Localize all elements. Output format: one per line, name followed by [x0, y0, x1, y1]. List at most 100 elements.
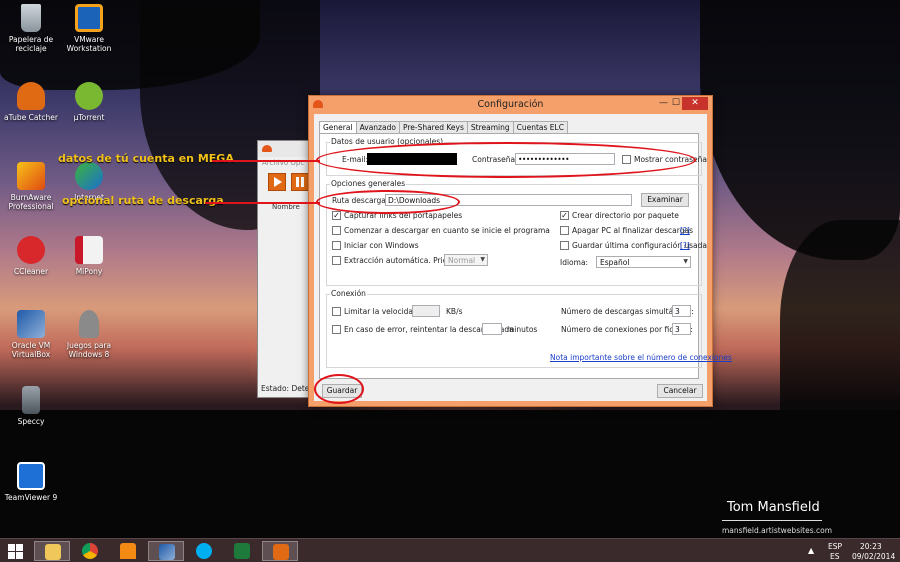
mipony-icon — [75, 236, 103, 264]
limit-speed-unit: KB/s — [446, 307, 463, 316]
shutdown-pc-checkbox[interactable] — [560, 226, 569, 235]
utorrent-icon — [75, 82, 103, 110]
desktop-icon-label: CCleaner — [13, 267, 49, 276]
desktop-icon-label: VMware Workstation — [66, 35, 112, 53]
burnaware-icon — [17, 162, 45, 190]
config-titlebar[interactable]: Configuración — ☐ ✕ — [309, 96, 712, 114]
speccy-icon — [22, 386, 40, 414]
cancel-button[interactable]: Cancelar — [657, 384, 703, 398]
desktop-icon-label: MiPony — [75, 267, 103, 276]
start-with-windows-checkbox[interactable] — [332, 241, 341, 250]
language-select[interactable]: Español ▼ — [596, 256, 691, 268]
taskbar-skype[interactable] — [186, 541, 222, 561]
taskbar-excel[interactable] — [224, 541, 260, 561]
desktop-icon-mipony[interactable]: MiPony — [58, 236, 120, 276]
capture-links-checkbox[interactable]: ✓ — [332, 211, 341, 220]
annotation-arrow-line — [212, 160, 320, 162]
desktop-icon-vmware[interactable]: VMware Workstation — [58, 4, 120, 53]
limit-speed-input[interactable] — [412, 305, 440, 317]
watermark-url: mansfield.artistwebsites.com — [722, 526, 833, 535]
connections-note-link[interactable]: Nota importante sobre el número de conex… — [550, 353, 732, 362]
annotation-arrow-line — [205, 202, 320, 204]
limit-speed-checkbox[interactable] — [332, 307, 341, 316]
create-folder-checkbox[interactable]: ✓ — [560, 211, 569, 220]
desktop-icon-games[interactable]: Juegos para Windows 8 — [58, 310, 120, 359]
desktop-icon-recycle-bin[interactable]: Papelera de reciclaje — [0, 4, 62, 53]
taskbar-chrome[interactable] — [72, 541, 108, 561]
retry-checkbox[interactable] — [332, 325, 341, 334]
language-indicator-top[interactable]: ESP — [828, 542, 842, 551]
taskbar-virtualbox[interactable] — [148, 541, 184, 561]
clock-date[interactable]: 09/02/2014 — [852, 552, 895, 561]
clock-time[interactable]: 20:23 — [860, 542, 882, 551]
retry-minutes-unit: minutos — [507, 325, 538, 334]
desktop-icon-label: µTorrent — [73, 113, 105, 122]
vmware-icon — [75, 4, 103, 32]
taskbar-file-explorer[interactable] — [34, 541, 70, 561]
start-button[interactable] — [0, 541, 36, 561]
minimize-icon[interactable]: — — [659, 98, 668, 108]
ccleaner-icon — [17, 236, 45, 264]
tab-cuentas-elc[interactable]: Cuentas ELC — [512, 121, 568, 133]
close-button[interactable]: ✕ — [682, 97, 708, 110]
language-indicator-bottom[interactable]: ES — [830, 552, 840, 561]
watermark-name: Tom Mansfield — [727, 500, 820, 515]
desktop-icon-label: aTube Catcher — [4, 113, 58, 122]
atube-icon — [17, 82, 45, 110]
play-icon — [274, 177, 282, 187]
tab-pre-shared-keys[interactable]: Pre-Shared Keys — [398, 121, 468, 133]
annotation-download-path: opcional ruta de descarga — [62, 194, 224, 207]
desktop-icon-label: TeamViewer 9 — [4, 493, 58, 502]
desktop-icon-teamviewer[interactable]: TeamViewer 9 — [0, 462, 62, 502]
recycle-bin-icon — [21, 4, 41, 32]
pause-button[interactable] — [291, 173, 309, 191]
tab-streaming[interactable]: Streaming — [466, 121, 514, 133]
create-folder-label: Crear directorio por paquete — [572, 211, 679, 220]
teamviewer-icon — [17, 462, 45, 490]
shutdown-help-link[interactable]: [?] — [680, 226, 690, 235]
mipony-icon — [273, 544, 289, 560]
play-button[interactable] — [268, 173, 286, 191]
desktop-icon-virtualbox[interactable]: Oracle VM VirtualBox — [0, 310, 62, 359]
taskbar-vlc[interactable] — [110, 541, 146, 561]
desktop-icon-label: Oracle VM VirtualBox — [11, 341, 51, 359]
priority-select[interactable]: Normal ▼ — [444, 254, 488, 266]
browse-button[interactable]: Examinar — [641, 193, 689, 207]
connections-per-file-input[interactable]: 3 — [672, 323, 691, 335]
desktop-icon-utorrent[interactable]: µTorrent — [58, 82, 120, 122]
auto-extract-checkbox[interactable] — [332, 256, 341, 265]
start-with-windows-label: Iniciar con Windows — [344, 241, 419, 250]
language-value: Español — [600, 258, 630, 267]
ground-silhouette — [0, 410, 900, 538]
desktop-icon-burnaware[interactable]: BurnAware Professional — [0, 162, 62, 211]
simultaneous-downloads-input[interactable]: 3 — [672, 305, 691, 317]
save-config-help-link[interactable]: [?] — [680, 241, 690, 250]
taskbar-mipony[interactable] — [262, 541, 298, 561]
start-download-checkbox[interactable] — [332, 226, 341, 235]
desktop-icon-atube[interactable]: aTube Catcher — [0, 82, 62, 122]
desktop-icon-label: Papelera de reciclaje — [8, 35, 54, 53]
annotation-ellipse-credentials — [316, 142, 696, 178]
tree-silhouette — [780, 220, 900, 420]
priority-value: Normal — [448, 256, 476, 265]
vlc-icon — [120, 543, 136, 559]
save-config-checkbox[interactable] — [560, 241, 569, 250]
virtualbox-icon — [159, 544, 175, 560]
desktop-icon-ccleaner[interactable]: CCleaner — [0, 236, 62, 276]
window-title: Configuración — [477, 99, 544, 110]
desktop-icon-label: BurnAware Professional — [8, 193, 54, 211]
connection-group-title: Conexión — [330, 289, 367, 298]
maximize-icon[interactable]: ☐ — [672, 98, 680, 108]
pause-icon — [296, 177, 299, 187]
tray-chevron-icon[interactable]: ▲ — [808, 546, 814, 555]
skype-icon — [196, 543, 212, 559]
column-header-name[interactable]: Nombre — [272, 203, 300, 211]
annotation-mega-account: datos de tú cuenta en MEGA — [58, 152, 234, 165]
internet-icon — [75, 162, 103, 190]
watermark-divider — [722, 520, 822, 521]
tab-avanzado[interactable]: Avanzado — [355, 121, 400, 133]
excel-icon — [234, 543, 250, 559]
chevron-down-icon: ▼ — [480, 256, 485, 263]
retry-minutes-input[interactable] — [482, 323, 502, 335]
desktop-icon-speccy[interactable]: Speccy — [0, 386, 62, 426]
